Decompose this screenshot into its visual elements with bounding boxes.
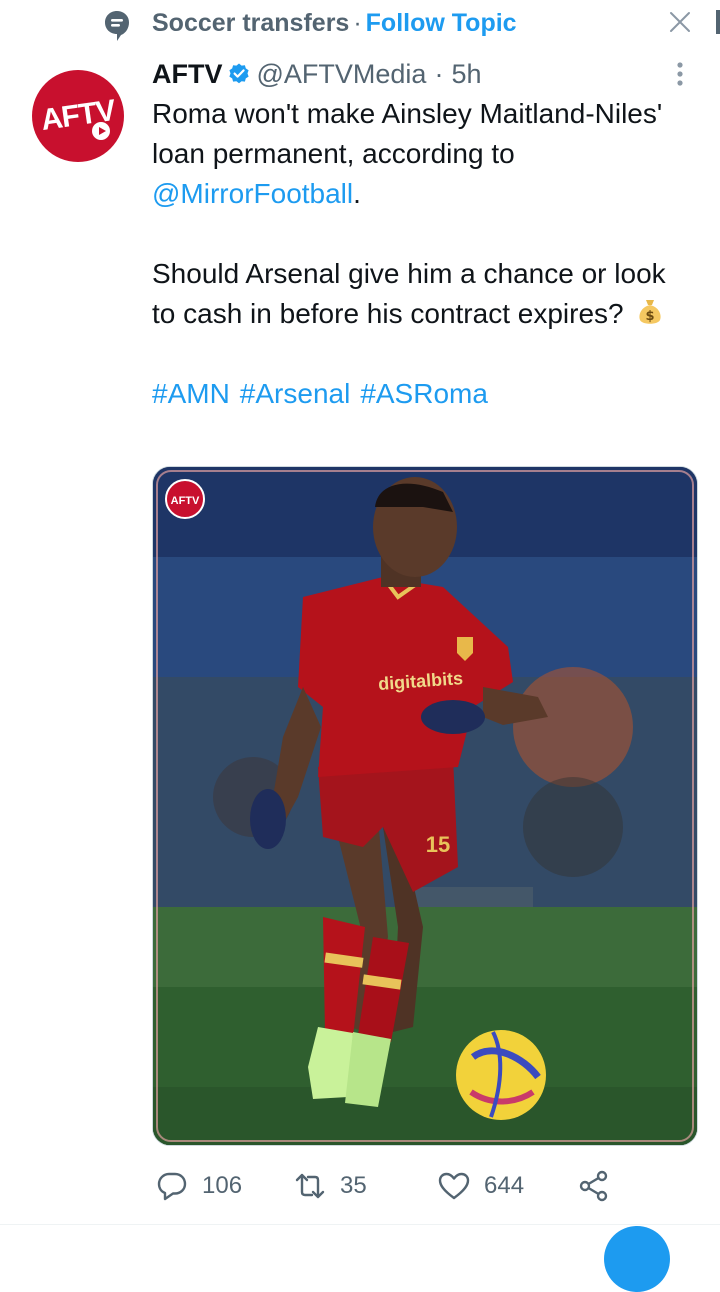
hashtag-link[interactable]: #ASRoma: [360, 378, 488, 409]
play-icon: [92, 122, 110, 140]
topic-speech-icon: [105, 11, 129, 41]
verified-badge-icon: [228, 63, 249, 84]
hashtag-link[interactable]: #Arsenal: [240, 378, 351, 409]
tweet-paragraph-1: Roma won't make Ainsley Maitland-Niles' …: [152, 94, 672, 214]
more-vertical-icon[interactable]: [670, 60, 690, 90]
tweet-paragraph-2: Should Arsenal give him a chance or look…: [152, 254, 672, 334]
divider: [0, 1224, 720, 1225]
topic-separator: ·: [353, 9, 362, 37]
tweet-text-part: Should Arsenal give him a chance or look…: [152, 258, 666, 329]
shirt-number-text: 15: [426, 832, 450, 857]
follow-topic-button[interactable]: Follow Topic: [366, 9, 517, 37]
timestamp[interactable]: 5h: [451, 59, 481, 90]
author-handle[interactable]: @AFTVMedia: [257, 59, 427, 90]
heart-icon: [438, 1172, 470, 1200]
hashtag-row: #AMN #Arsenal #ASRoma: [152, 374, 672, 414]
reply-icon: [157, 1172, 187, 1201]
media-watermark: AFTV: [171, 495, 200, 507]
retweet-button[interactable]: 35: [294, 1166, 367, 1206]
like-count: 644: [484, 1172, 525, 1199]
avatar[interactable]: AFTV: [32, 70, 124, 162]
close-icon[interactable]: [668, 10, 692, 34]
tweet-text-part: .: [353, 178, 361, 209]
svg-text:$: $: [646, 309, 655, 324]
scroll-edge-indicator: [716, 10, 720, 34]
reply-count: 106: [202, 1172, 243, 1199]
retweet-count: 35: [340, 1172, 367, 1199]
tweet-text: Roma won't make Ainsley Maitland-Niles' …: [152, 94, 672, 414]
hashtag-link[interactable]: #AMN: [152, 378, 230, 409]
retweet-icon: [295, 1173, 325, 1199]
share-icon: [579, 1170, 608, 1202]
topic-name[interactable]: Soccer transfers: [152, 9, 349, 37]
tweet-header: AFTV @AFTVMedia · 5h: [152, 56, 482, 92]
share-button[interactable]: [578, 1166, 610, 1206]
reply-button[interactable]: 106: [156, 1166, 242, 1206]
author-name[interactable]: AFTV: [152, 59, 223, 90]
money-bag-icon: $: [639, 300, 661, 324]
compose-button[interactable]: [604, 1226, 670, 1292]
header-separator: ·: [434, 58, 444, 89]
avatar-logo-text: AFTV: [38, 93, 118, 138]
like-button[interactable]: 644: [438, 1166, 524, 1206]
tweet-media-photo[interactable]: digitalbits 15 AFTV: [152, 466, 698, 1146]
tweet-text-part: Roma won't make Ainsley Maitland-Niles' …: [152, 98, 663, 169]
topic-line: Soccer transfers · Follow Topic: [152, 6, 517, 40]
player-photo: digitalbits 15 AFTV: [153, 467, 697, 1145]
mention-link[interactable]: @MirrorFootball: [152, 178, 353, 209]
